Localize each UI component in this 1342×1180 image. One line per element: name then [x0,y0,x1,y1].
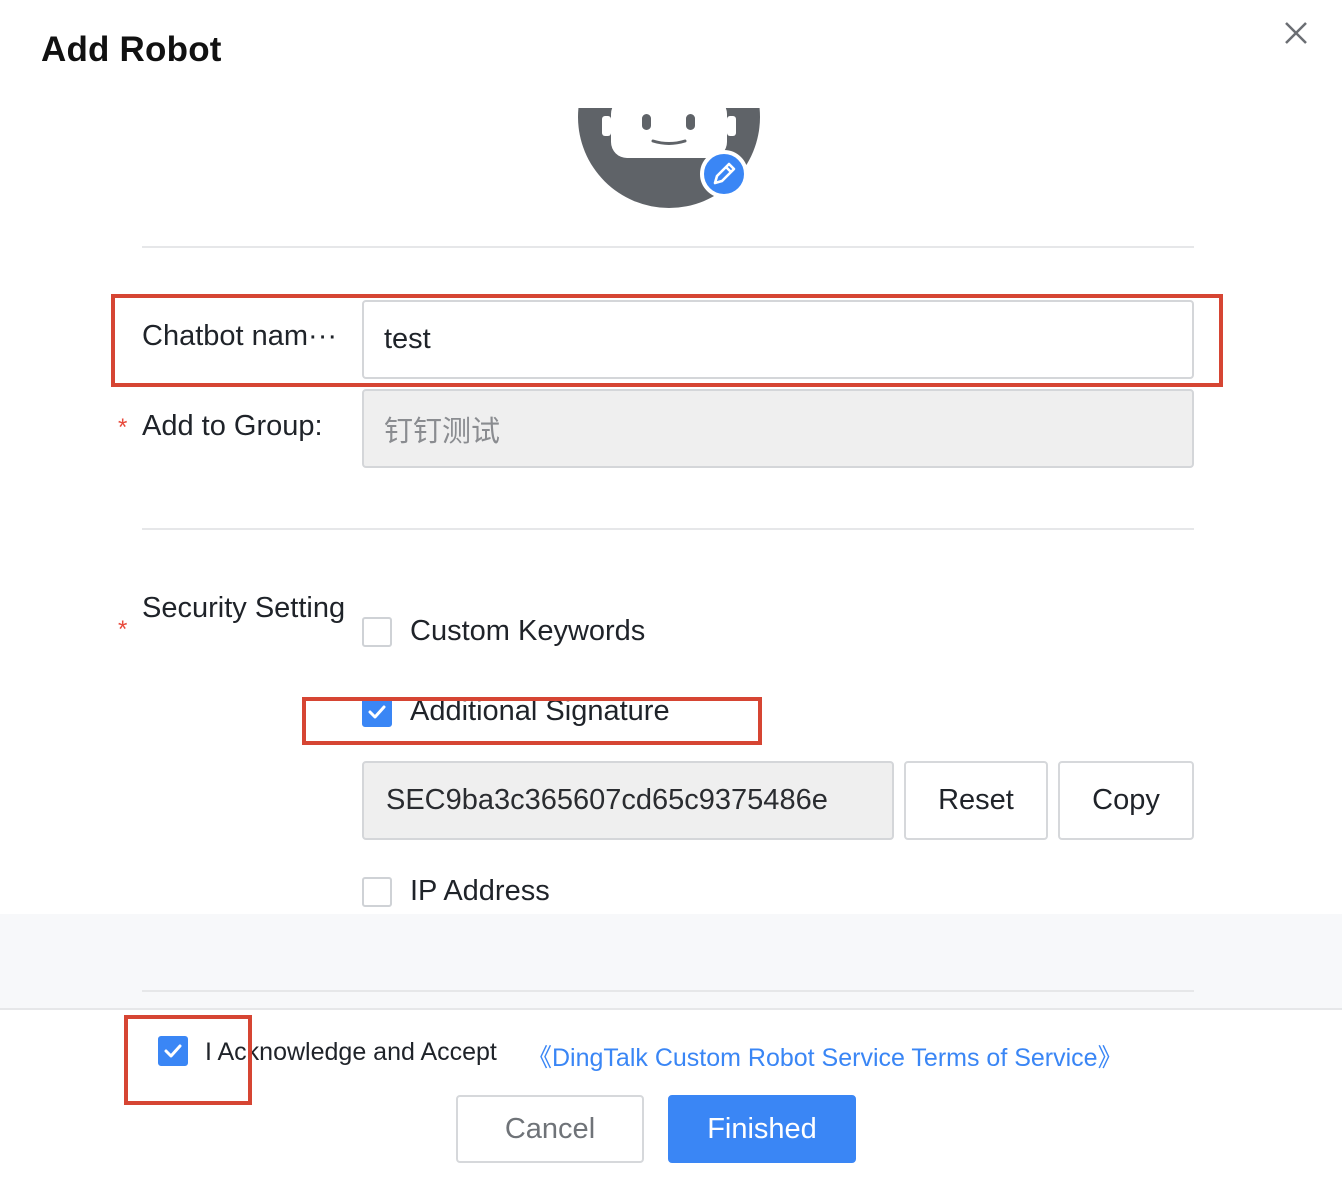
dialog-title: Add Robot [41,30,222,69]
finished-button[interactable]: Finished [668,1095,856,1163]
divider [142,246,1194,248]
ip-address-label[interactable]: IP Address [410,875,550,908]
divider [142,990,1194,992]
required-mark: * [118,414,128,441]
custom-keywords-checkbox[interactable] [362,617,392,647]
terms-of-service-link[interactable]: 《DingTalk Custom Robot Service Terms of … [527,1038,1123,1074]
required-mark: * [118,616,128,643]
highlight-box [111,294,1223,387]
cancel-button[interactable]: Cancel [456,1095,644,1163]
reset-button[interactable]: Reset [904,761,1048,840]
add-to-group-label: Add to Group: [142,410,323,442]
highlight-box [124,1015,252,1105]
close-icon[interactable] [1281,18,1311,48]
pencil-icon[interactable] [700,150,748,198]
highlight-box [302,697,762,745]
ip-address-checkbox[interactable] [362,877,392,907]
divider [142,528,1194,530]
security-setting-label: Security Setting [142,592,346,624]
group-select[interactable]: 钉钉测试 [362,389,1194,468]
custom-keywords-label[interactable]: Custom Keywords [410,615,645,648]
copy-button[interactable]: Copy [1058,761,1194,840]
signature-secret-field[interactable]: SEC9ba3c365607cd65c9375486e [362,761,894,840]
footer-separator [0,914,1342,1010]
